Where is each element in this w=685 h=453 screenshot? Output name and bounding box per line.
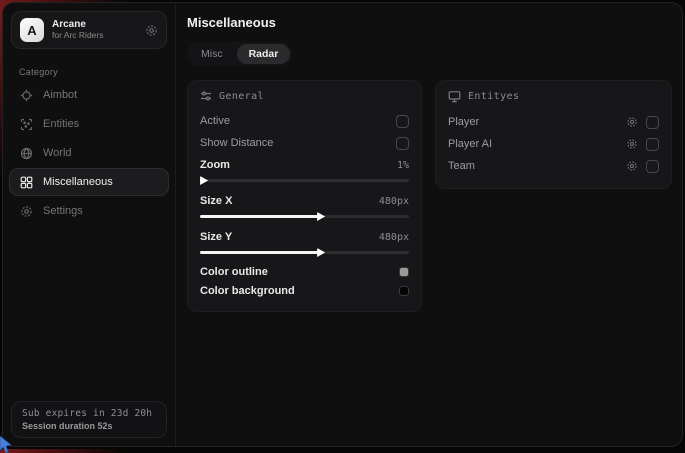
sidebar-item-label: Settings: [43, 205, 83, 217]
main-content: Miscellaneous Misc Radar General Active: [176, 3, 683, 446]
session-duration-text: Session duration 52s: [22, 421, 156, 431]
color-background-row: Color background: [200, 281, 409, 300]
sidebar-item-label: Entities: [43, 118, 79, 130]
page-title: Miscellaneous: [187, 15, 672, 30]
sidebar: A Arcane for Arc Riders Category Aimbot: [3, 3, 176, 446]
gear-icon: [20, 205, 33, 218]
slider-value: 480px: [379, 196, 409, 207]
panel-title: Entityes: [468, 91, 519, 102]
toggle-row-active: Active: [200, 110, 409, 132]
app-header-card: A Arcane for Arc Riders: [11, 11, 167, 49]
sidebar-item-world[interactable]: World: [9, 139, 169, 167]
color-background-swatch[interactable]: [399, 286, 409, 296]
player-ai-settings-gear-icon[interactable]: [626, 138, 638, 150]
toggle-label: Show Distance: [200, 137, 273, 149]
app-logo: A: [20, 18, 44, 42]
app-window: A Arcane for Arc Riders Category Aimbot: [2, 2, 683, 447]
color-label: Color background: [200, 285, 295, 297]
team-settings-gear-icon[interactable]: [626, 160, 638, 172]
size-y-slider[interactable]: [200, 251, 409, 254]
entity-label: Player: [448, 116, 479, 128]
sliders-icon: [200, 90, 212, 102]
toggle-label: Active: [200, 115, 230, 127]
tab-misc[interactable]: Misc: [189, 44, 235, 64]
slider-label: Size X: [200, 195, 232, 207]
entities-icon: [20, 118, 33, 131]
sidebar-nav: Aimbot Entities World: [3, 81, 175, 226]
active-checkbox[interactable]: [396, 115, 409, 128]
monitor-icon: [448, 90, 461, 103]
size-x-slider-group: Size X 480px: [200, 190, 409, 218]
sync-icon[interactable]: [145, 24, 158, 37]
player-settings-gear-icon[interactable]: [626, 116, 638, 128]
grid-icon: [20, 176, 33, 189]
entities-panel: Entityes Player Player AI: [435, 80, 672, 189]
crosshair-icon: [20, 89, 33, 102]
slider-value: 480px: [379, 232, 409, 243]
team-checkbox[interactable]: [646, 160, 659, 173]
sidebar-item-miscellaneous[interactable]: Miscellaneous: [9, 168, 169, 196]
sidebar-item-aimbot[interactable]: Aimbot: [9, 81, 169, 109]
entity-row-player: Player: [448, 111, 659, 133]
color-label: Color outline: [200, 266, 268, 278]
toggle-row-show-distance: Show Distance: [200, 132, 409, 154]
size-x-slider[interactable]: [200, 215, 409, 218]
globe-icon: [20, 147, 33, 160]
sidebar-item-entities[interactable]: Entities: [9, 110, 169, 138]
subscription-card: Sub expires in 23d 20h Session duration …: [11, 401, 167, 438]
color-outline-swatch[interactable]: [399, 267, 409, 277]
show-distance-checkbox[interactable]: [396, 137, 409, 150]
sidebar-item-label: Aimbot: [43, 89, 77, 101]
tab-radar[interactable]: Radar: [237, 44, 291, 64]
app-subtitle: for Arc Riders: [52, 31, 104, 41]
zoom-slider[interactable]: [200, 179, 409, 182]
tab-bar: Misc Radar: [187, 42, 292, 66]
zoom-slider-group: Zoom 1%: [200, 154, 409, 182]
slider-label: Zoom: [200, 159, 230, 171]
entity-row-team: Team: [448, 155, 659, 177]
panel-title: General: [219, 91, 264, 102]
sub-expiry-text: Sub expires in 23d 20h: [22, 408, 156, 419]
sidebar-item-settings[interactable]: Settings: [9, 197, 169, 225]
slider-value: 1%: [397, 160, 409, 171]
slider-thumb[interactable]: [200, 176, 208, 185]
slider-label: Size Y: [200, 231, 232, 243]
general-panel: General Active Show Distance Zoom 1%: [187, 80, 422, 312]
entity-label: Player AI: [448, 138, 492, 150]
size-y-slider-group: Size Y 480px: [200, 226, 409, 254]
entity-label: Team: [448, 160, 475, 172]
player-checkbox[interactable]: [646, 116, 659, 129]
entity-row-player-ai: Player AI: [448, 133, 659, 155]
slider-thumb[interactable]: [317, 212, 325, 221]
slider-thumb[interactable]: [317, 248, 325, 257]
sidebar-item-label: World: [43, 147, 72, 159]
color-outline-row: Color outline: [200, 262, 409, 281]
player-ai-checkbox[interactable]: [646, 138, 659, 151]
sidebar-item-label: Miscellaneous: [43, 176, 113, 188]
category-label: Category: [19, 67, 175, 77]
